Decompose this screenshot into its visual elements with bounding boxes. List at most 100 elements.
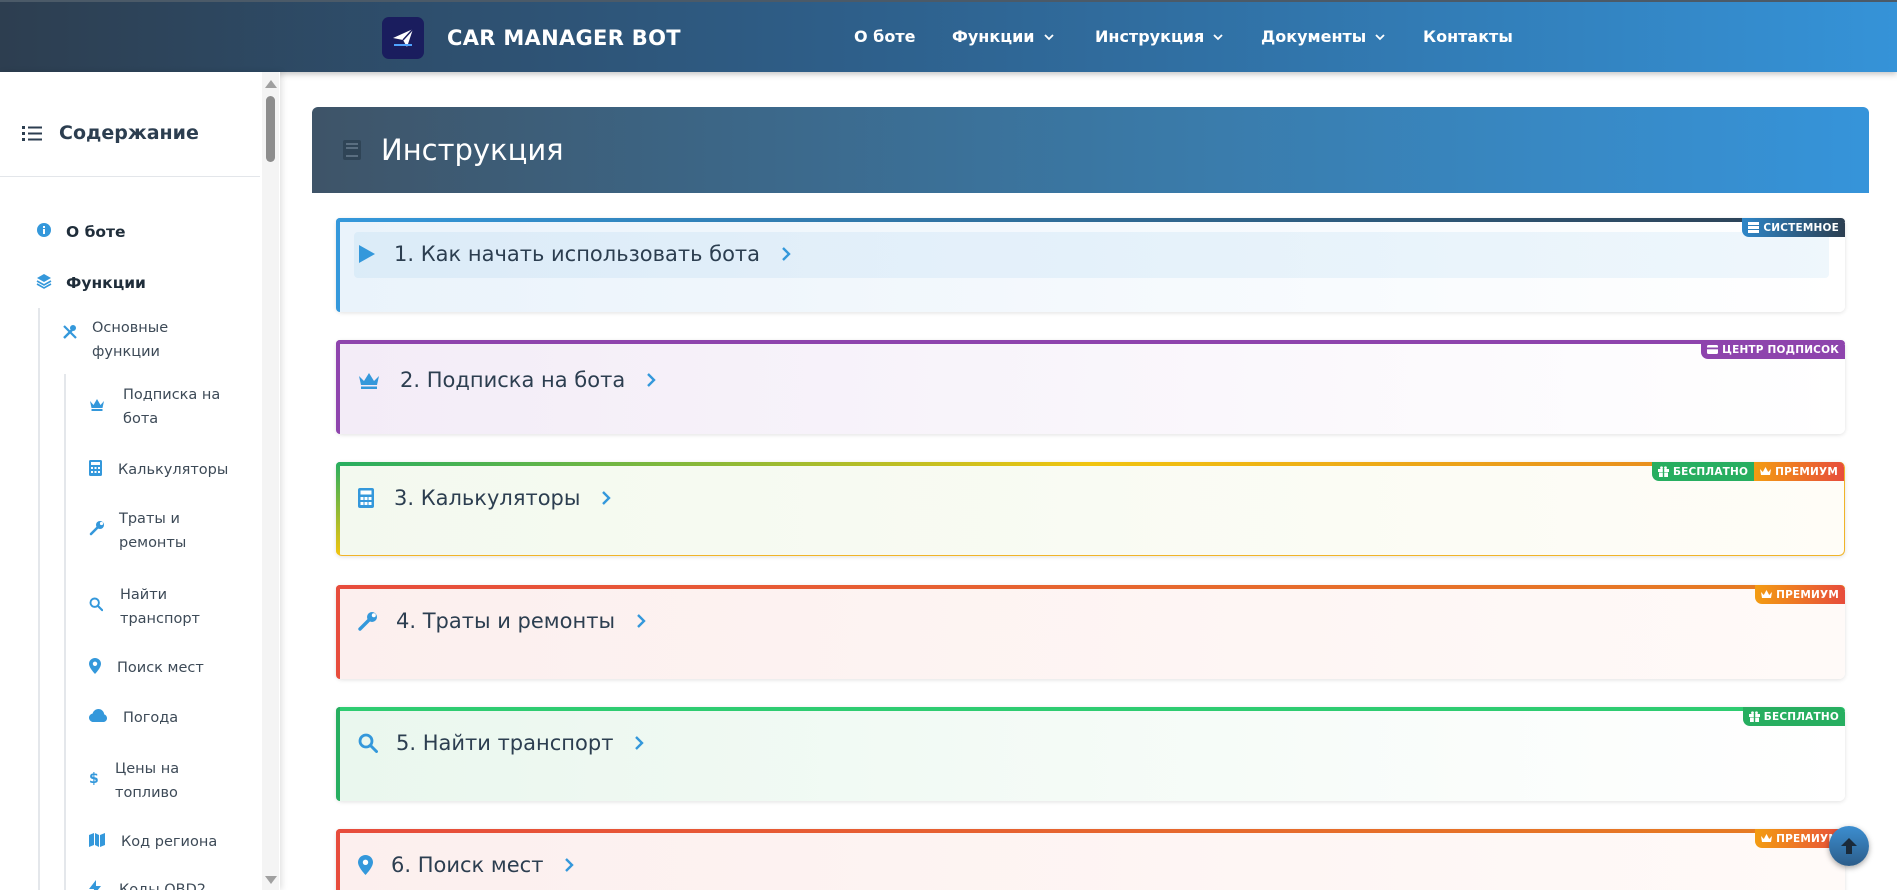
card-top-border <box>336 585 1845 589</box>
sidebar-item-expenses[interactable]: Траты и ремонты <box>89 507 229 555</box>
badge-premium: ПРЕМИУМ <box>1755 585 1845 604</box>
section-card-find-transport[interactable]: 5. Найти транспорт БЕСПЛАТНО <box>336 707 1845 801</box>
wrench-icon <box>89 521 104 536</box>
scroll-up-arrow-icon[interactable] <box>265 80 277 88</box>
crown-icon <box>1761 590 1773 598</box>
sidebar-item-label: Калькуляторы <box>118 462 229 478</box>
sidebar-item-label: Подписка на бота <box>123 387 221 427</box>
badge-group: ЦЕНТР ПОДПИСОК <box>1701 340 1845 359</box>
sidebar-item-functions[interactable]: Функции <box>36 271 146 295</box>
nav-documents[interactable]: Документы <box>1261 27 1385 46</box>
calculator-icon <box>358 488 374 508</box>
chevron-down-icon <box>1375 33 1385 40</box>
crown-icon <box>1760 467 1772 475</box>
badge-group: БЕСПЛАТНО ПРЕМИУМ <box>1651 462 1844 481</box>
sidebar-item-calculators[interactable]: Калькуляторы <box>89 458 228 482</box>
sidebar-item-label: Коды OBD2 <box>119 882 206 890</box>
chevron-right-icon <box>565 858 575 872</box>
page-header: Инструкция <box>312 107 1869 193</box>
page-title: Инструкция <box>381 133 564 167</box>
chevron-right-icon <box>647 373 656 387</box>
nav-documents-label: Документы <box>1261 27 1367 46</box>
sidebar-item-places[interactable]: Поиск мест <box>89 656 204 680</box>
sidebar-item-label: Погода <box>123 710 179 726</box>
sidebar-scrollbar[interactable] <box>262 72 279 890</box>
layers-icon <box>36 274 52 289</box>
crown-icon <box>359 373 379 389</box>
tools-icon <box>63 325 77 339</box>
brand[interactable]: CAR MANAGER BOT <box>382 17 681 59</box>
sidebar-item-obd2[interactable]: Коды OBD2 <box>89 878 206 890</box>
nav-about-label: О боте <box>854 27 916 46</box>
map-pin-icon <box>89 658 101 674</box>
cloud-icon <box>89 709 107 722</box>
sidebar-item-find-transport[interactable]: Найти транспорт <box>89 583 229 631</box>
map-pin-icon <box>358 855 373 875</box>
card-left-border <box>336 585 340 679</box>
section-card-expenses[interactable]: 4. Траты и ремонты ПРЕМИУМ <box>336 585 1845 679</box>
search-icon <box>89 597 103 612</box>
sidebar-item-label: Найти транспорт <box>120 587 200 627</box>
sidebar-item-label: Траты и ремонты <box>119 511 187 551</box>
section-title: 3. Калькуляторы <box>394 486 581 510</box>
section-card-getting-started[interactable]: 1. Как начать использовать бота СИСТЕМНО… <box>336 218 1845 312</box>
nav-instruction[interactable]: Инструкция <box>1095 27 1223 46</box>
badge-premium: ПРЕМИУМ <box>1754 462 1844 481</box>
database-icon <box>1748 222 1760 233</box>
section-card-calculators[interactable]: 3. Калькуляторы БЕСПЛАТНО ПРЕМИУМ <box>336 462 1845 556</box>
nav-functions-label: Функции <box>952 27 1035 46</box>
section-card-places[interactable]: 6. Поиск мест ПРЕМИУМ <box>336 829 1845 890</box>
list-icon <box>22 126 42 141</box>
calculator-icon <box>89 460 102 476</box>
section-title: 1. Как начать использовать бота <box>394 242 761 266</box>
crown-icon <box>90 399 104 411</box>
badge-label: БЕСПЛАТНО <box>1672 465 1749 478</box>
sidebar-item-about[interactable]: О боте <box>36 220 126 244</box>
sidebar-item-subscription[interactable]: Подписка на бота <box>89 383 229 431</box>
info-icon <box>37 223 51 237</box>
credit-card-icon <box>1707 345 1719 354</box>
section-header[interactable]: 6. Поиск мест <box>358 853 575 877</box>
badge-label: ЦЕНТР ПОДПИСОК <box>1722 343 1839 356</box>
section-title: 4. Траты и ремонты <box>396 609 616 633</box>
badge-free: БЕСПЛАТНО <box>1651 462 1755 481</box>
badge-subscription-center: ЦЕНТР ПОДПИСОК <box>1701 340 1845 359</box>
badge-group: СИСТЕМНОЕ <box>1742 218 1845 237</box>
nav-contacts-label: Контакты <box>1423 27 1513 46</box>
sidebar-item-label: Цены на топливо <box>115 761 180 801</box>
scroll-down-arrow-icon[interactable] <box>265 876 277 884</box>
search-icon <box>358 733 378 753</box>
section-header[interactable]: 2. Подписка на бота <box>358 368 657 392</box>
dollar-icon: $ <box>89 771 99 786</box>
section-header[interactable]: 5. Найти транспорт <box>358 731 645 755</box>
sidebar-item-region-code[interactable]: Код региона <box>89 830 217 854</box>
nav-functions[interactable]: Функции <box>952 27 1054 46</box>
sidebar-item-weather[interactable]: Погода <box>89 706 178 730</box>
badge-free: БЕСПЛАТНО <box>1742 707 1845 726</box>
sidebar-item-fuel-prices[interactable]: $ Цены на топливо <box>89 757 229 805</box>
section-header[interactable]: 3. Калькуляторы <box>358 486 612 510</box>
nav-contacts[interactable]: Контакты <box>1423 27 1513 46</box>
nav-instruction-label: Инструкция <box>1095 27 1205 46</box>
section-header[interactable]: 4. Траты и ремонты <box>358 609 647 633</box>
badge-label: СИСТЕМНОЕ <box>1763 221 1839 234</box>
top-navbar: CAR MANAGER BOT О боте Функции Инструкци… <box>0 0 1897 72</box>
play-icon <box>359 245 375 263</box>
sidebar-item-main-functions[interactable]: Основные функции <box>62 316 192 364</box>
card-top-border <box>336 707 1845 711</box>
card-left-border <box>336 829 340 890</box>
section-header[interactable]: 1. Как начать использовать бота <box>358 242 792 266</box>
sidebar-item-label: Код региона <box>121 834 218 850</box>
tree-line <box>38 308 40 890</box>
back-to-top-button[interactable] <box>1829 826 1869 866</box>
nav-about[interactable]: О боте <box>854 27 915 46</box>
svg-text:$: $ <box>89 771 99 786</box>
badge-label: БЕСПЛАТНО <box>1763 710 1839 723</box>
gift-icon <box>1657 466 1669 477</box>
sidebar-item-label: Функции <box>66 274 146 292</box>
chevron-right-icon <box>782 247 791 261</box>
sidebar-item-label: Поиск мест <box>117 660 204 676</box>
section-title: 2. Подписка на бота <box>400 368 626 392</box>
scroll-thumb[interactable] <box>266 96 275 162</box>
section-card-subscription[interactable]: 2. Подписка на бота ЦЕНТР ПОДПИСОК <box>336 340 1845 434</box>
